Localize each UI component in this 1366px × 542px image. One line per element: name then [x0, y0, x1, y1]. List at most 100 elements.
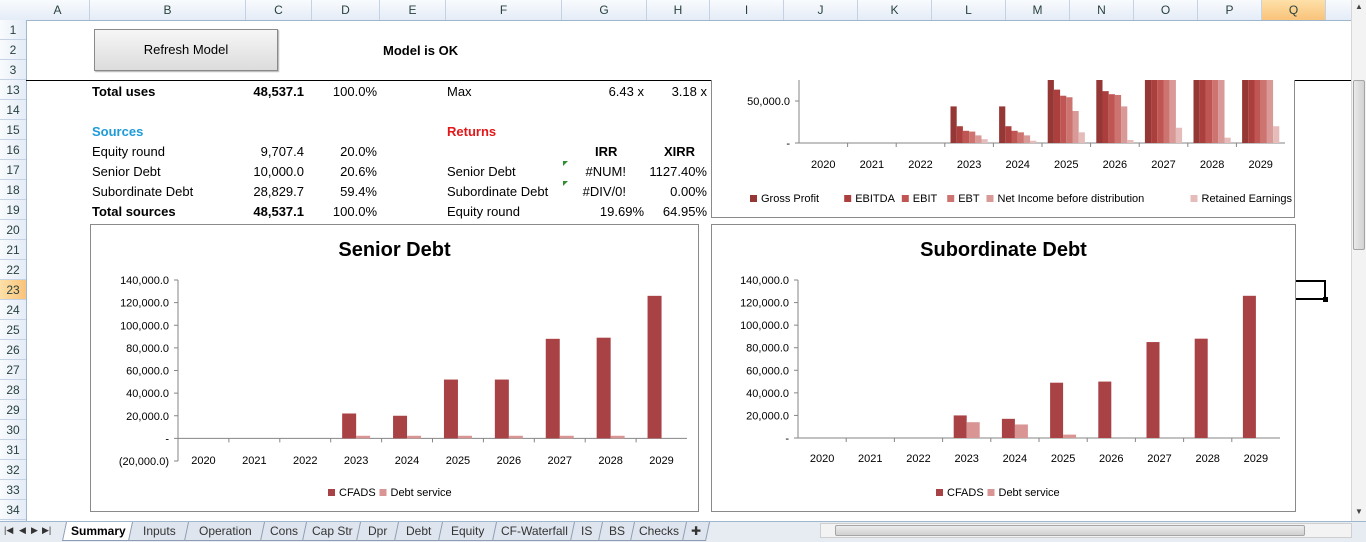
bar-cfads [494, 379, 509, 439]
row-header-3[interactable]: 3 [0, 60, 26, 80]
row-header-32[interactable]: 32 [0, 460, 26, 480]
y-tick-label: - [785, 433, 789, 445]
senior-debt-chart[interactable]: Senior Debt 140,000.0 120,000.0 100,000.0 8… [90, 224, 699, 512]
row-header-34[interactable]: 34 [0, 500, 26, 520]
source-pct: 59.4% [340, 184, 377, 199]
row-header-28[interactable]: 28 [0, 380, 26, 400]
row-header-31[interactable]: 31 [0, 440, 26, 460]
horizontal-scroll-thumb[interactable] [835, 525, 1305, 536]
y-tick-label: 40,000.0 [126, 388, 169, 400]
x-tick-label: 2022 [908, 159, 932, 171]
insert-sheet-icon[interactable]: ✚ [681, 522, 711, 541]
bar-retained-earnings [1127, 139, 1134, 143]
bar-net-income-before-distribution [975, 135, 982, 143]
row-header-25[interactable]: 25 [0, 320, 26, 340]
return-xirr: 64.95% [662, 204, 707, 219]
max-xirr-value: 3.18 x [671, 84, 707, 99]
row-header-30[interactable]: 30 [0, 420, 26, 440]
pl-chart-plot: 50,000.0 - 2020 2021 2022 2023 2024 2025 2026 202… [747, 80, 1293, 205]
sheet-tab-checks[interactable]: Checks [629, 522, 689, 541]
row-header-20[interactable]: 20 [0, 220, 26, 240]
legend-swatch [1190, 195, 1198, 202]
legend-swatch [750, 195, 757, 202]
row-header-33[interactable]: 33 [0, 480, 26, 500]
column-header-C[interactable]: C [246, 0, 312, 20]
row-header-26[interactable]: 26 [0, 340, 26, 360]
column-header-A[interactable]: A [26, 0, 90, 20]
sheet-tab-cap-str[interactable]: Cap Str [301, 522, 363, 541]
column-header-D[interactable]: D [312, 0, 380, 20]
row-header-17[interactable]: 17 [0, 160, 26, 180]
sheet-tab-equity[interactable]: Equity [437, 522, 499, 541]
row-header-29[interactable]: 29 [0, 400, 26, 420]
column-header-G[interactable]: G [562, 0, 647, 20]
scroll-up-icon[interactable]: ▲ [1353, 0, 1365, 14]
y-tick-label: 140,000.0 [120, 275, 169, 287]
x-tick-label: 2027 [548, 455, 572, 467]
vertical-scroll-thumb[interactable] [1353, 80, 1365, 250]
column-header-L[interactable]: L [932, 0, 1006, 20]
sheet-tab-debt[interactable]: Debt [393, 522, 445, 541]
scroll-down-icon[interactable]: ▼ [1353, 505, 1365, 519]
column-header-J[interactable]: J [784, 0, 858, 20]
vertical-scrollbar[interactable]: ▲ ▼ [1351, 0, 1366, 521]
x-tick-label: 2021 [242, 455, 266, 467]
column-header-B[interactable]: B [90, 0, 246, 20]
fill-handle[interactable] [1323, 297, 1328, 302]
row-header-2[interactable]: 2 [0, 40, 26, 60]
bar-cfads [1146, 342, 1160, 438]
sheet-tab-cf-waterfall[interactable]: CF-Waterfall [491, 522, 577, 541]
sheet-tab-operation[interactable]: Operation [183, 522, 267, 541]
sheet-tab-inputs[interactable]: Inputs [127, 522, 191, 541]
bar-cfads [647, 295, 662, 439]
x-tick-label: 2020 [191, 455, 215, 467]
row-header-16[interactable]: 16 [0, 140, 26, 160]
row-header-27[interactable]: 27 [0, 360, 26, 380]
refresh-model-button[interactable]: Refresh Model [94, 29, 278, 71]
row-header-23[interactable]: 23 [0, 280, 26, 300]
max-label: Max [447, 84, 472, 99]
active-cell-q23[interactable] [1296, 280, 1326, 300]
bar-ebit [962, 130, 970, 143]
row-header-21[interactable]: 21 [0, 240, 26, 260]
bar-gross-profit [950, 106, 957, 143]
pl-chart[interactable]: 50,000.0 - 2020 2021 2022 2023 2024 2025 2026 202… [711, 80, 1295, 218]
column-header-H[interactable]: H [647, 0, 710, 20]
nav-prev-icon[interactable]: ◀ [19, 525, 26, 536]
row-header-13[interactable]: 13 [0, 80, 26, 100]
horizontal-scrollbar[interactable] [820, 523, 1352, 538]
y-tick-label: 60,000.0 [746, 365, 789, 377]
sheet-tab-summary[interactable]: Summary [61, 522, 135, 541]
y-tick-label: 60,000.0 [126, 366, 169, 378]
row-header-22[interactable]: 22 [0, 260, 26, 280]
bar-debt-service [610, 435, 625, 439]
bar-net-income-before-distribution [1023, 135, 1031, 143]
column-header-E[interactable]: E [380, 0, 446, 20]
bar-gross-profit [1047, 80, 1054, 143]
bar-gross-profit [1096, 80, 1103, 143]
row-header-14[interactable]: 14 [0, 100, 26, 120]
subordinate-debt-plot: 140,000.0 120,000.0 100,000.0 80,000.0 60,00… [740, 275, 1280, 499]
y-tick-label: 50,000.0 [747, 96, 790, 108]
row-header-1[interactable]: 1 [0, 20, 26, 40]
nav-last-icon[interactable]: ▶| [42, 525, 51, 536]
column-header-F[interactable]: F [446, 0, 562, 20]
bar-ebt [969, 131, 976, 143]
row-header-19[interactable]: 19 [0, 200, 26, 220]
bar-debt-service [407, 435, 422, 439]
column-header-I[interactable]: I [710, 0, 784, 20]
sheet-tab-cons[interactable]: Cons [259, 522, 309, 541]
bar-cfads [1242, 295, 1256, 438]
row-header-24[interactable]: 24 [0, 300, 26, 320]
column-header-M[interactable]: M [1006, 0, 1070, 20]
subordinate-debt-chart[interactable]: Subordinate Debt 140,000.0 120,000.0 100,0… [711, 224, 1296, 512]
column-header-K[interactable]: K [858, 0, 932, 20]
column-header-P[interactable]: P [1198, 0, 1262, 20]
nav-first-icon[interactable]: |◀ [4, 525, 13, 536]
column-header-O[interactable]: O [1134, 0, 1198, 20]
row-header-15[interactable]: 15 [0, 120, 26, 140]
column-header-N[interactable]: N [1070, 0, 1134, 20]
row-header-18[interactable]: 18 [0, 180, 26, 200]
nav-next-icon[interactable]: ▶ [31, 525, 38, 536]
column-header-Q[interactable]: Q [1262, 0, 1326, 20]
